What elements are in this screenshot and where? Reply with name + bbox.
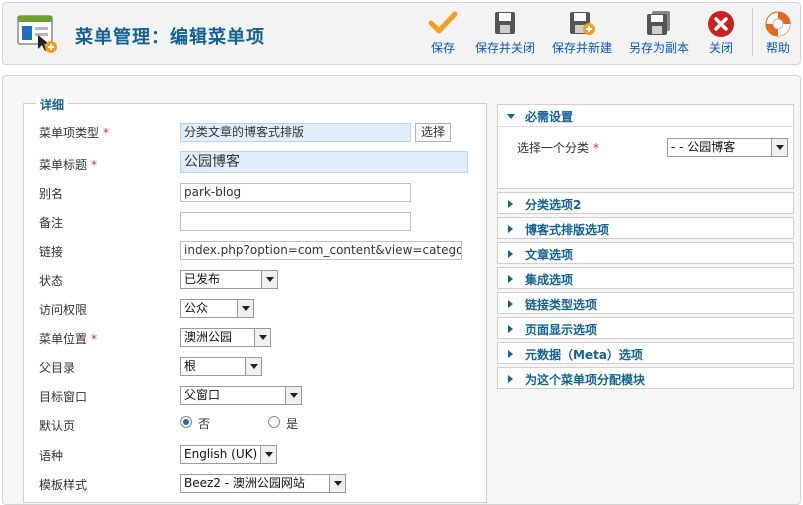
- chevron-down-icon: [254, 329, 270, 346]
- page-title: 菜单管理：编辑菜单项: [75, 27, 265, 48]
- save-label: 保存: [430, 41, 455, 55]
- chevron-down-icon: [237, 300, 253, 317]
- panel-header[interactable]: 为这个菜单项分配模块: [498, 368, 793, 390]
- status-select[interactable]: 已发布: [180, 270, 278, 289]
- save-new-label: 保存并新建: [551, 41, 612, 55]
- parent-label: 父目录: [39, 361, 76, 375]
- chevron-down-icon: [260, 446, 276, 463]
- panel-header[interactable]: 元数据（Meta）选项: [498, 343, 793, 365]
- language-select[interactable]: English (UK): [180, 445, 277, 464]
- triangle-right-icon: [508, 200, 513, 208]
- required-settings-title: 必需设置: [525, 110, 574, 124]
- triangle-right-icon: [508, 300, 513, 308]
- home-no-radio[interactable]: [180, 416, 192, 428]
- floppy-copy-icon: [647, 11, 670, 35]
- panel-title: 分类选项2: [525, 198, 582, 212]
- chevron-down-icon: [245, 358, 261, 375]
- target-select[interactable]: 父窗口: [180, 386, 302, 405]
- panel-title: 文章选项: [525, 248, 574, 262]
- check-icon: [428, 11, 458, 34]
- floppy-plus-icon: [570, 12, 595, 35]
- panel-header[interactable]: 文章选项: [498, 243, 793, 265]
- panel-metadata-options: 元数据（Meta）选项: [497, 342, 794, 364]
- panel-page-display-options: 页面显示选项: [497, 317, 794, 339]
- note-input[interactable]: [180, 212, 411, 231]
- template-style-select[interactable]: Beez2 - 澳洲公园网站: [180, 474, 346, 493]
- panel-header[interactable]: 链接类型选项: [498, 293, 793, 315]
- alias-input[interactable]: park-blog: [180, 183, 411, 202]
- menu-select[interactable]: 澳洲公园: [180, 328, 271, 347]
- link-label: 链接: [39, 245, 64, 259]
- floppy-icon: [495, 12, 515, 34]
- access-label: 访问权限: [39, 303, 88, 317]
- access-select[interactable]: 公众: [180, 299, 254, 318]
- required-settings-header[interactable]: 必需设置: [498, 105, 793, 127]
- chevron-down-icon: [771, 139, 787, 156]
- menu-manager-icon: [17, 15, 57, 53]
- panel-title: 元数据（Meta）选项: [525, 348, 643, 362]
- chevron-down-icon: [261, 271, 277, 288]
- alias-label: 别名: [39, 187, 64, 201]
- save-button[interactable]: 保存: [425, 4, 461, 60]
- save-copy-label: 另存为副本: [628, 41, 689, 55]
- panel-title: 博客式排版选项: [525, 223, 610, 237]
- panel-title: 页面显示选项: [525, 323, 598, 337]
- menu-item-type-field: 分类文章的博客式排版: [180, 123, 411, 142]
- home-yes-radio[interactable]: [268, 416, 280, 428]
- panel-header[interactable]: 页面显示选项: [498, 318, 793, 340]
- triangle-right-icon: [508, 350, 513, 358]
- triangle-right-icon: [508, 325, 513, 333]
- home-yes-label: 是: [286, 417, 299, 431]
- note-label: 备注: [39, 216, 64, 230]
- save-close-button[interactable]: 保存并关闭: [472, 4, 538, 60]
- select-type-button[interactable]: 选择: [415, 123, 452, 142]
- menu-title-input[interactable]: 公园博客: [180, 151, 468, 173]
- target-label: 目标窗口: [39, 390, 88, 404]
- triangle-right-icon: [508, 225, 513, 233]
- panel-module-assignment: 为这个菜单项分配模块: [497, 367, 794, 389]
- save-new-button[interactable]: 保存并新建: [549, 4, 615, 60]
- help-label: 帮助: [765, 41, 790, 55]
- panel-header[interactable]: 分类选项2: [498, 193, 793, 215]
- parent-select[interactable]: 根: [180, 357, 262, 376]
- home-no-label: 否: [198, 417, 211, 431]
- panel-title: 为这个菜单项分配模块: [525, 373, 646, 387]
- template-label: 模板样式: [39, 478, 88, 492]
- type-label: 菜单项类型 *: [39, 126, 110, 140]
- panel-link-type-options: 链接类型选项: [497, 292, 794, 314]
- category-label: 选择一个分类 *: [517, 141, 600, 155]
- chevron-down-icon: [329, 475, 345, 492]
- panel-article-options: 文章选项: [497, 242, 794, 264]
- panel-header[interactable]: 博客式排版选项: [498, 218, 793, 240]
- panel-integration-options: 集成选项: [497, 267, 794, 289]
- category-select[interactable]: - - 公园博客: [667, 138, 788, 157]
- close-button[interactable]: 关闭: [703, 4, 739, 60]
- panel-title: 集成选项: [525, 273, 574, 287]
- menu-label: 菜单位置 *: [39, 332, 98, 346]
- toolbar-divider: [752, 8, 753, 56]
- required-settings-panel: 必需设置 选择一个分类 * - - 公园博客: [497, 104, 794, 189]
- lifebuoy-icon: [765, 11, 791, 37]
- close-label: 关闭: [708, 41, 733, 55]
- details-legend: 详细: [36, 96, 69, 113]
- save-copy-button[interactable]: 另存为副本: [626, 4, 692, 60]
- panel-title: 链接类型选项: [525, 298, 598, 312]
- chevron-down-icon: [285, 387, 301, 404]
- panel-blog-layout-options: 博客式排版选项: [497, 217, 794, 239]
- triangle-right-icon: [508, 375, 513, 383]
- home-label: 默认页: [39, 419, 76, 433]
- triangle-down-icon: [507, 114, 515, 119]
- close-icon: [708, 11, 734, 37]
- help-button[interactable]: 帮助: [761, 4, 795, 60]
- panel-category-options: 分类选项2: [497, 192, 794, 214]
- link-input[interactable]: index.php?option=com_content&view=catego…: [180, 241, 462, 260]
- status-label: 状态: [39, 274, 64, 288]
- save-close-label: 保存并关闭: [474, 41, 535, 55]
- title-label: 菜单标题 *: [39, 158, 98, 172]
- language-label: 语种: [39, 449, 64, 463]
- triangle-right-icon: [508, 275, 513, 283]
- panel-header[interactable]: 集成选项: [498, 268, 793, 290]
- triangle-right-icon: [508, 250, 513, 258]
